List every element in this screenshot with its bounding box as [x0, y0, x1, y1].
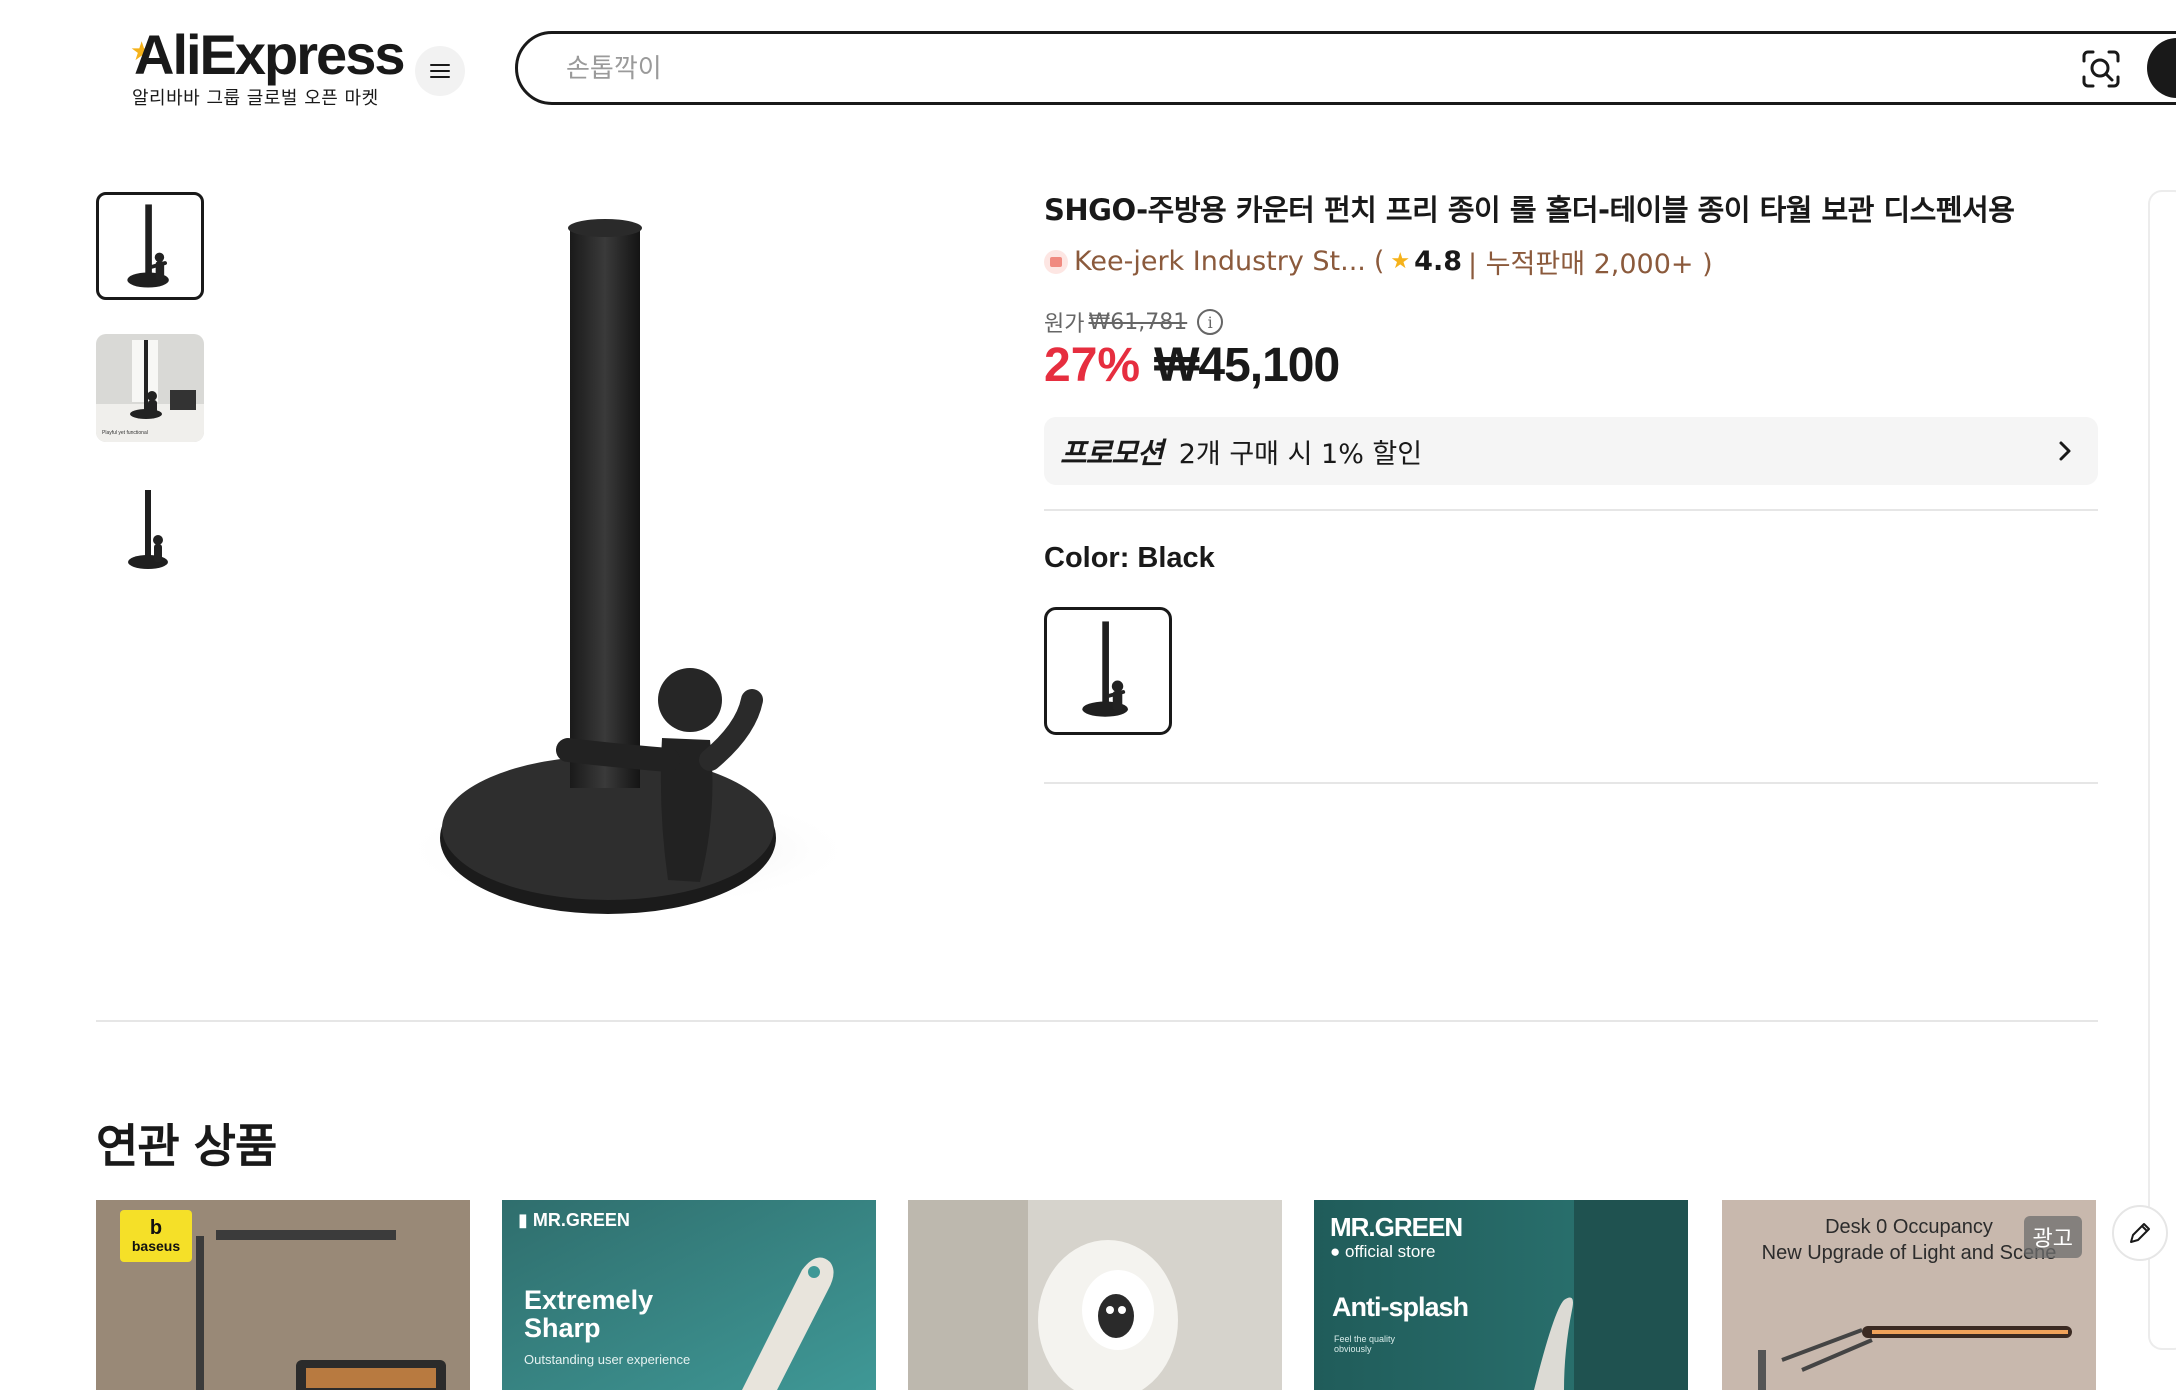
original-price-label: 원가 [1044, 312, 1085, 337]
product-lifestyle-thumbnail-image: Playful yet functional [96, 334, 204, 442]
related-product-card[interactable] [908, 1200, 1282, 1390]
color-swatch-black[interactable] [1044, 607, 1172, 735]
card-subtext: Feel the quality obviously [1334, 1334, 1396, 1354]
card-subtext: Outstanding user experience [524, 1352, 691, 1367]
section-divider [96, 1020, 2098, 1022]
pencil-icon [2130, 1223, 2150, 1243]
star-icon: ★ [1390, 249, 1411, 274]
hamburger-menu-button[interactable] [415, 46, 465, 96]
ad-badge: 광고 [2023, 1216, 2082, 1258]
related-product-card[interactable]: Desk 0 Occupancy New Upgrade of Light an… [1722, 1200, 2096, 1390]
related-product-card[interactable]: ▮ MR.GREEN Extremely Sharp Outstanding u… [502, 1200, 876, 1390]
original-price: ₩61,781 [1088, 309, 1188, 335]
price-row: 27% ₩45,100 [1044, 338, 1340, 393]
original-price-row: 원가 ₩61,781 i [1044, 306, 1224, 338]
divider [1044, 509, 2098, 511]
hamburger-menu-icon [430, 64, 450, 78]
aliexpress-logo[interactable]: ★ AliExpress 알리바바 그룹 글로벌 오픈 마켓 [130, 22, 405, 112]
divider [1044, 782, 2098, 784]
related-product-card[interactable]: MR.GREEN ● official store Anti-splash Fe… [1314, 1200, 1688, 1390]
related-products-title: 연관 상품 [96, 1119, 277, 1173]
store-name[interactable]: Kee-jerk Industry St... [1074, 246, 1366, 277]
chevron-right-icon [2059, 441, 2071, 461]
color-label: Color: Black [1044, 542, 1215, 574]
product-info-panel: SHGO-주방용 카운터 펀치 프리 종이 롤 홀더-테이블 종이 타월 보관 … [1044, 190, 2098, 784]
product-title: SHGO-주방용 카운터 펀치 프리 종이 롤 홀더-테이블 종이 타월 보관 … [1044, 193, 2015, 227]
store-icon [1044, 249, 1068, 274]
thumbnail-3[interactable] [96, 476, 204, 584]
promotion-text: 2개 구매 시 1% 할인 [1178, 438, 1423, 470]
info-icon[interactable]: i [1197, 309, 1224, 335]
edit-button[interactable] [2112, 1205, 2168, 1261]
store-row[interactable]: Kee-jerk Industry St... ( ★ 4.8 | 누적판매 2… [1044, 242, 1713, 281]
store-rating: 4.8 [1414, 246, 1462, 277]
card-headline: Extremely Sharp [524, 1285, 654, 1343]
color-swatch-image [1082, 621, 1129, 717]
side-panel [2148, 190, 2176, 1350]
search-bar [515, 31, 2176, 105]
product-thumbnail-image [128, 490, 168, 569]
sale-price: ₩45,100 [1154, 339, 1340, 392]
card-brand: MR.GREEN [1330, 1212, 1463, 1242]
store-paren: ( [1373, 246, 1385, 277]
svg-text:Playful yet functional: Playful yet functional [102, 430, 148, 436]
card-brand: ▮ MR.GREEN [518, 1210, 630, 1230]
sales-count: | 누적판매 2,000+ ) [1468, 249, 1713, 280]
promotion-tag: 프로모션 [1060, 436, 1164, 470]
search-input[interactable] [566, 52, 1966, 86]
thumbnail-1[interactable] [96, 192, 204, 300]
related-product-card[interactable]: b baseus [96, 1200, 470, 1390]
discount-percent: 27% [1044, 339, 1141, 392]
logo-subtitle: 알리바바 그룹 글로벌 오픈 마켓 [132, 88, 379, 109]
card-brand-sub: ● official store [1330, 1242, 1436, 1261]
header: ★ AliExpress 알리바바 그룹 글로벌 오픈 마켓 [0, 0, 2176, 135]
main-product-image[interactable] [400, 200, 900, 940]
thumbnail-2[interactable]: Playful yet functional [96, 334, 204, 442]
card-headline: Anti-splash [1332, 1292, 1469, 1322]
product-thumbnail-image [127, 204, 169, 288]
image-search-icon[interactable] [2080, 48, 2122, 90]
related-product-image [908, 1200, 1282, 1390]
promotion-banner[interactable]: 프로모션 2개 구매 시 1% 할인 [1044, 417, 2098, 485]
logo-text: AliExpress [134, 23, 405, 86]
baseus-logo: b baseus [131, 1217, 181, 1254]
